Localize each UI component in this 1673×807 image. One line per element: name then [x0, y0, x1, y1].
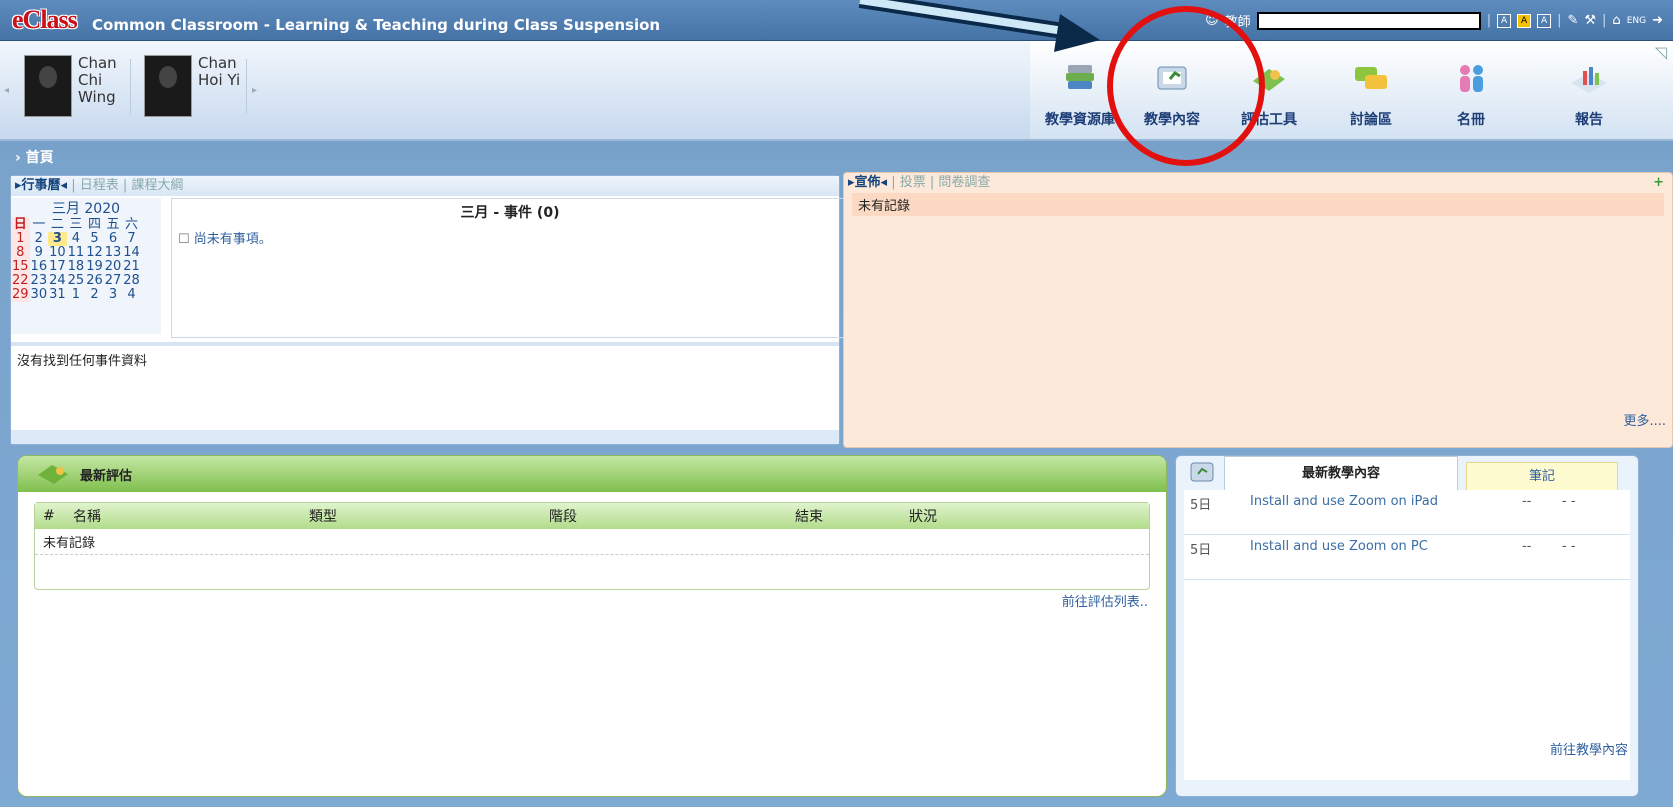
assessment-icon [1253, 69, 1285, 91]
collapse-toolbar-icon[interactable]: ◹ [1655, 43, 1667, 62]
teaching-content-link[interactable]: 前往教學內容 [1550, 739, 1628, 758]
calendar-panel: ▸行事曆◂ | 日程表 | 課程大綱 三月 2020 日一二三四五六 12345… [10, 175, 849, 445]
nav-report[interactable]: 報告 [1544, 61, 1634, 129]
home-icon[interactable]: ⌂ [1612, 13, 1620, 28]
site-title: Common Classroom - Learning & Teaching d… [92, 16, 661, 34]
roster-icon [1460, 65, 1483, 92]
list-item[interactable]: 5日 Install and use Zoom on PC -- - - [1184, 535, 1630, 580]
table-row: 未有記錄 [35, 529, 1149, 555]
tab-schedule[interactable]: 日程表 [80, 178, 119, 193]
table-header: # 名稱 類型 階段 結束 狀況 [35, 503, 1149, 529]
report-icon [1571, 67, 1607, 93]
logout-icon[interactable]: ➜ [1652, 13, 1663, 28]
assessment-list-link[interactable]: 前往評估列表.. [1062, 591, 1148, 610]
nav-teaching-content[interactable]: 教學內容 [1127, 61, 1217, 129]
calendar-month[interactable]: 三月 2020 [11, 198, 161, 218]
calendar-grid: 日一二三四五六 1234567 8 9 10 11 12 13 14 15 16 17 18 19 2… [11, 217, 140, 302]
tab-calendar[interactable]: 行事曆 [22, 178, 61, 193]
content-panel: 最新教學內容 筆記 5日 Install and use Zoom on iPa… [1175, 455, 1639, 797]
eclass-logo[interactable]: eClass [12, 7, 78, 33]
assessment-table: # 名稱 類型 階段 結束 狀況 未有記錄 [34, 502, 1150, 590]
tab-announcement[interactable]: 宣佈 [855, 175, 881, 190]
font-small-icon[interactable]: A [1497, 13, 1512, 28]
teacher-icon: ☺ [1205, 13, 1219, 28]
add-announcement-button[interactable]: + [1653, 173, 1664, 193]
more-link[interactable]: 更多.... [1623, 410, 1666, 429]
no-event-data-text: 沒有找到任何事件資料 [17, 354, 148, 369]
content-list: 5日 Install and use Zoom on iPad -- - - 5… [1184, 490, 1630, 780]
assessment-panel: 最新評估 # 名稱 類型 階段 結束 狀況 未有記錄 前往評估列表.. [17, 455, 1167, 797]
breadcrumb: › 首頁 [15, 150, 54, 166]
events-title: 三月 - 事件 (0) [460, 205, 560, 221]
font-medium-icon[interactable]: A [1517, 13, 1532, 28]
tab-syllabus[interactable]: 課程大綱 [131, 178, 183, 193]
toolbar: ◂ Chan Chi Wing Chan Hoi Yi ▸ 教學資源庫 教學內容… [0, 41, 1673, 141]
teaching-content-icon [1190, 462, 1214, 482]
no-events-text: 尚未有事項。 [193, 232, 272, 247]
top-right-tools: ☺ 教師 | A A A | ✎ ⚒ | ⌂ ENG ➜ [1205, 11, 1663, 30]
event-bullet-icon: ☐ [178, 232, 190, 247]
user-role: 教師 [1224, 15, 1251, 30]
list-item[interactable]: 5日 Install and use Zoom on iPad -- - - [1184, 490, 1630, 535]
events-box: 三月 - 事件 (0) ☐ 尚未有事項。 [171, 198, 849, 338]
students-prev-icon[interactable]: ◂ [4, 85, 9, 96]
students-next-icon[interactable]: ▸ [252, 85, 257, 96]
nav-forum[interactable]: 討論區 [1326, 61, 1416, 129]
nav-assessment-tools[interactable]: 評估工具 [1224, 61, 1314, 129]
edit-icon[interactable]: ✎ [1567, 13, 1578, 28]
today-cell[interactable]: 3 [48, 232, 67, 246]
nav-resource-library[interactable]: 教學資源庫 [1035, 61, 1125, 129]
title-bar: eClass Common Classroom - Learning & Tea… [0, 0, 1673, 41]
tab-poll[interactable]: 投票 [900, 175, 926, 190]
forum-icon [1355, 67, 1387, 89]
student-card[interactable]: Chan Hoi Yi [144, 55, 240, 117]
user-name-box [1256, 11, 1481, 30]
announcement-empty: 未有記錄 [852, 193, 1664, 216]
announcement-panel: ▸宣佈◂ | 投票 | 問卷調查 + 未有記錄 更多.... [843, 172, 1673, 448]
teaching-content-icon [1157, 66, 1187, 90]
assessment-title: 最新評估 [80, 468, 133, 484]
mini-calendar: 三月 2020 日一二三四五六 1234567 8 9 10 11 12 13 14 15 1… [11, 198, 161, 334]
tab-latest-content[interactable]: 最新教學內容 [1224, 456, 1458, 491]
tab-notes[interactable]: 筆記 [1466, 462, 1618, 492]
tools-icon[interactable]: ⚒ [1584, 13, 1596, 28]
language-toggle[interactable]: ENG [1627, 16, 1646, 26]
assessment-icon [38, 465, 68, 484]
nav-roster[interactable]: 名冊 [1426, 61, 1516, 129]
avatar [24, 55, 72, 117]
student-card[interactable]: Chan Chi Wing [24, 55, 117, 117]
tab-survey[interactable]: 問卷調查 [938, 175, 990, 190]
books-icon [1066, 65, 1094, 89]
font-large-icon[interactable]: A [1537, 13, 1552, 28]
avatar [144, 55, 192, 117]
